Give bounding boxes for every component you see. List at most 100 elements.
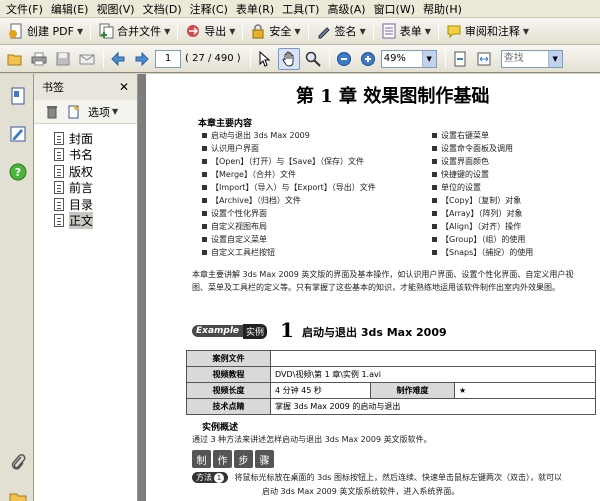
toolbar-separator <box>249 49 251 68</box>
layers-icon[interactable] <box>8 486 28 501</box>
search-input[interactable] <box>501 50 548 67</box>
zoom-in-icon <box>360 51 375 66</box>
toolbar-separator <box>328 49 330 68</box>
signatures-icon[interactable] <box>8 124 28 144</box>
key-point-item: 快捷键的设置 <box>432 169 489 180</box>
key-point-text: 自定义视图布局 <box>211 222 267 231</box>
review-comment-label: 审阅和注释 <box>464 25 520 38</box>
fit-width-button[interactable] <box>473 48 495 70</box>
create-pdf-button[interactable]: 创建 PDF ▼ <box>4 20 87 42</box>
bookmark-item[interactable]: 前言 <box>54 180 137 196</box>
envelope-icon <box>79 54 95 64</box>
combine-files-label: 合并文件 <box>117 25 162 38</box>
chapter-intro-paragraph: 本章主要讲解 3ds Max 2009 英文版的界面及基本操作，如认识用户界面、… <box>192 270 574 292</box>
hand-tool-button[interactable] <box>277 47 300 70</box>
step-char: 作 <box>213 450 232 468</box>
bullet-icon <box>432 185 437 190</box>
page-icon <box>54 148 64 161</box>
table-label: 技术点睛 <box>186 398 271 415</box>
zoom-input[interactable] <box>381 50 422 67</box>
review-comment-button[interactable]: 审阅和注释 ▼ <box>442 20 533 42</box>
step-char: 步 <box>234 450 253 468</box>
export-button[interactable]: 导出 ▼ <box>181 20 239 42</box>
new-bookmark-icon[interactable] <box>66 104 82 120</box>
forms-button[interactable]: 表单 ▼ <box>377 20 435 42</box>
bullet-icon <box>202 146 207 151</box>
bullet-icon <box>202 224 207 229</box>
arrow-left-icon <box>111 51 125 66</box>
key-point-text: 认识用户界面 <box>211 144 259 153</box>
sign-label: 签名 <box>334 25 357 38</box>
overview-text: 通过 3 种方法来讲述怎样启动与退出 3ds Max 2009 英文版软件。 <box>192 435 432 444</box>
key-point-text: 【Copy】（复制）对象 <box>441 196 522 205</box>
attachment-icon[interactable] <box>8 452 28 472</box>
chevron-down-icon[interactable]: ▼ <box>421 50 436 67</box>
fit-page-button[interactable] <box>449 48 471 70</box>
bullet-icon <box>432 211 437 216</box>
menu-advanced[interactable]: 高级(A) <box>325 1 371 17</box>
menu-document[interactable]: 文档(D) <box>141 1 188 17</box>
save-icon <box>56 52 70 65</box>
table-row: 技术点睛 掌握 3ds Max 2009 的启动与退出 <box>186 398 596 415</box>
zoom-out-icon <box>336 51 351 66</box>
pages-icon[interactable] <box>8 86 28 106</box>
menu-forms[interactable]: 表单(R) <box>234 1 280 17</box>
sign-button[interactable]: 签名 ▼ <box>312 20 370 42</box>
bookmark-item-selected[interactable]: 正文 <box>54 212 137 229</box>
create-pdf-label: 创建 PDF <box>27 25 74 38</box>
zoom-in-button[interactable] <box>357 48 379 70</box>
zoom-select[interactable]: ▼ <box>380 49 437 68</box>
page-number-input[interactable] <box>155 49 181 68</box>
bookmark-options-label: 选项 <box>88 105 110 119</box>
security-button[interactable]: 安全 ▼ <box>246 20 304 42</box>
zoom-out-button[interactable] <box>333 48 355 70</box>
toolbar-separator <box>307 22 309 40</box>
trash-icon[interactable] <box>44 104 60 120</box>
bookmark-item[interactable]: 版权 <box>54 163 137 179</box>
table-cell: 4 分钟 45 秒 <box>270 382 371 399</box>
close-icon[interactable]: ✕ <box>119 80 129 94</box>
menu-help[interactable]: 帮助(H) <box>421 1 468 17</box>
key-point-text: 单位的设置 <box>441 183 481 192</box>
search-field[interactable]: ▼ <box>500 49 563 68</box>
method-text-line: 将鼠标光标放在桌面的 3ds 图标按钮上，然后连续、快速单击鼠标左键两次（双击）… <box>234 473 562 482</box>
combine-files-button[interactable]: 合并文件 ▼ <box>94 20 174 42</box>
bullet-icon <box>202 250 207 255</box>
save-button[interactable] <box>52 48 74 70</box>
bookmark-item[interactable]: 封面 <box>54 130 137 146</box>
bullet-icon <box>432 237 437 242</box>
menu-file[interactable]: 文件(F) <box>4 1 49 17</box>
email-button[interactable] <box>76 48 98 70</box>
bookmark-item[interactable]: 书名 <box>54 147 137 163</box>
menu-view[interactable]: 视图(V) <box>94 1 140 17</box>
document-viewport[interactable]: 第 1 章 效果图制作基础 本章主要内容 启动与退出 3ds Max 2009 … <box>138 74 600 501</box>
chevron-down-icon[interactable]: ▼ <box>547 50 562 67</box>
bookmark-options-button[interactable]: 选项 ▼ <box>88 104 118 120</box>
select-tool-button[interactable] <box>254 48 276 70</box>
key-point-text: 【Array】（阵列）对象 <box>441 209 523 218</box>
help-icon[interactable]: ? <box>8 162 28 182</box>
menu-comments[interactable]: 注释(C) <box>188 1 234 17</box>
previous-page-button[interactable] <box>107 48 129 70</box>
bullet-icon <box>432 133 437 138</box>
open-button[interactable] <box>4 48 26 70</box>
key-point-text: 启动与退出 3ds Max 2009 <box>211 131 310 140</box>
key-point-text: 设置界面颜色 <box>441 157 489 166</box>
step-char: 制 <box>192 450 211 468</box>
table-label: 视频教程 <box>186 366 271 383</box>
menu-window[interactable]: 窗口(W) <box>372 1 421 17</box>
bullet-icon <box>432 224 437 229</box>
export-label: 导出 <box>204 25 227 38</box>
marquee-zoom-button[interactable] <box>302 48 324 70</box>
fit-page-icon <box>454 51 466 66</box>
key-point-item: 【Snaps】（捕捉）的使用 <box>432 247 533 258</box>
menu-tools[interactable]: 工具(T) <box>280 1 325 17</box>
page-icon <box>54 164 64 178</box>
chevron-down-icon: ▼ <box>76 26 84 36</box>
menu-edit[interactable]: 编辑(E) <box>49 1 95 17</box>
navigation-toolbar: ( 27 / 490 ) ▼ ▼ <box>0 45 600 73</box>
bookmark-item[interactable]: 目录 <box>54 196 137 212</box>
next-page-button[interactable] <box>131 48 153 70</box>
print-button[interactable] <box>28 48 50 70</box>
lock-icon <box>252 24 264 39</box>
